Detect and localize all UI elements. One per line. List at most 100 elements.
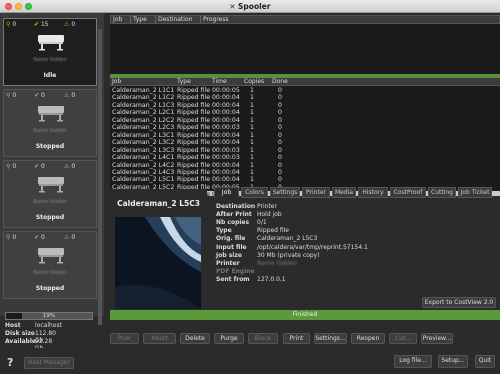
abort-button[interactable]: Abort — [143, 333, 176, 344]
cell-job: Calderaman_2 L3C1 — [112, 131, 175, 139]
host-label: Host — [5, 322, 21, 329]
printer-stats: ⚲ 0 ✔ 15 ⚠ 0 — [6, 21, 94, 29]
printer-stat: ✔ 0 — [34, 92, 45, 99]
printer-status: Stopped — [35, 285, 65, 292]
table-row[interactable]: Calderaman_2 L1C3 Ripped file 00:00:04 1 0 — [110, 102, 500, 109]
delete-button[interactable]: Delete — [180, 333, 210, 344]
queue-col-type[interactable]: Type — [131, 16, 156, 23]
detail-label: PDF Engine — [216, 267, 255, 275]
host-manager-button[interactable]: Host Manager — [24, 357, 74, 369]
table-row[interactable]: Calderaman_2 L2C3 Ripped file 00:00:03 1 0 — [110, 124, 500, 131]
tab-costproof[interactable]: CostProof — [390, 187, 426, 198]
printer-stat: ⚲ 0 — [6, 163, 16, 170]
printer-card[interactable]: ⚲ 0 ✔ 0 ⚠ 0 Name hidden Stopped — [3, 231, 97, 299]
printer-card[interactable]: ⚲ 0 ✔ 0 ⚠ 0 Name hidden Stopped — [3, 160, 97, 228]
export-costview-button[interactable]: Export to CostView 2.0 — [422, 297, 496, 308]
cell-copies: 1 — [250, 116, 254, 124]
col-done[interactable]: Done — [270, 78, 288, 85]
warning-icon: ⚠ — [64, 92, 70, 99]
table-row[interactable]: Calderaman_2 L5C1 Ripped file 00:00:04 1 0 — [110, 176, 500, 183]
detail-row: Type Ripped file — [216, 227, 500, 235]
table-row[interactable]: Calderaman_2 L2C1 Ripped file 00:00:04 1 0 — [110, 109, 500, 116]
cell-done: 0 — [278, 146, 282, 154]
cell-time: 00:00:04 — [212, 168, 240, 176]
app-logo-icon: ✕ — [229, 3, 236, 11]
wrench-icon: ⚲ — [6, 163, 11, 170]
cell-type: Ripped file — [177, 139, 210, 147]
help-icon[interactable]: ? — [7, 356, 13, 369]
reopen-button[interactable]: Reopen — [351, 333, 385, 344]
printer-name: Name hidden — [33, 128, 67, 134]
col-type[interactable]: Type — [175, 78, 191, 85]
log-file-button[interactable]: Log file... — [394, 355, 432, 368]
purge-button[interactable]: Purge — [214, 333, 244, 344]
active-queue-list[interactable] — [110, 24, 500, 74]
host-row: Host localhost — [5, 322, 62, 329]
printer-stat: ⚲ 0 — [6, 234, 16, 241]
cell-done: 0 — [278, 101, 282, 109]
print-button[interactable]: Print — [283, 333, 310, 344]
detail-label: Input file — [216, 243, 247, 251]
printer-card[interactable]: ⚲ 0 ✔ 15 ⚠ 0 Name hidden Idle — [3, 18, 97, 86]
wrench-icon: ⚲ — [6, 234, 11, 241]
tab-history[interactable]: History — [358, 187, 388, 198]
cell-copies: 1 — [250, 168, 254, 176]
printer-stat: ⚲ 0 — [6, 21, 16, 28]
cell-job: Calderaman_2 L2C3 — [112, 124, 175, 132]
table-row[interactable]: Calderaman_2 L1C1 Ripped file 00:00:05 1 0 — [110, 87, 500, 94]
table-row[interactable]: Calderaman_2 L4C2 Ripped file 00:00:04 1 0 — [110, 162, 500, 169]
printer-list-scrollbar[interactable] — [98, 29, 102, 325]
cell-job: Calderaman_2 L3C3 — [112, 146, 175, 154]
queue-col-job[interactable]: Job — [111, 16, 131, 23]
queue-col-progress[interactable]: Progress — [201, 16, 241, 23]
detail-row: Job size 30 Mb (private copy) — [216, 252, 500, 260]
printer-stats: ⚲ 0 ✔ 0 ⚠ 0 — [6, 234, 94, 242]
cell-copies: 1 — [250, 139, 254, 147]
tab-media[interactable]: Media — [332, 187, 356, 198]
settings-button[interactable]: Settings... — [314, 333, 347, 344]
detail-label: Nb copies — [216, 219, 250, 227]
cell-job: Calderaman_2 L4C2 — [112, 161, 175, 169]
table-row[interactable]: Calderaman_2 L4C3 Ripped file 00:00:04 1 0 — [110, 169, 500, 176]
job-list[interactable]: Job Type Time Copies Done Calderaman_2 L… — [110, 78, 500, 196]
table-row[interactable]: Calderaman_2 L1C2 Ripped file 00:00:04 1 0 — [110, 94, 500, 101]
detail-value: Calderaman_2 L5C3 — [257, 235, 318, 243]
disk-row: Disk size 112.80 Gb — [5, 330, 56, 344]
block-button[interactable]: Block — [248, 333, 278, 344]
job-thumbnail — [115, 217, 201, 309]
printer-stats: ⚲ 0 ✔ 0 ⚠ 0 — [6, 163, 94, 171]
tab-cutting[interactable]: Cutting — [428, 187, 456, 198]
cell-time: 00:00:04 — [212, 131, 240, 139]
tab-job[interactable]: Job — [214, 187, 239, 198]
prior-button[interactable]: Prior — [110, 333, 139, 344]
tab-colors[interactable]: Colors — [241, 187, 268, 198]
tab-settings[interactable]: Settings — [270, 187, 300, 198]
bottom-bar: ? Host Manager Log file... Setup... Quit — [0, 348, 500, 374]
col-copies[interactable]: Copies — [242, 78, 264, 85]
disk-progress-bar: 19% — [5, 312, 93, 320]
col-job[interactable]: Job — [110, 78, 121, 85]
quit-button[interactable]: Quit — [475, 355, 495, 368]
check-icon: ✔ — [34, 21, 40, 28]
cell-copies: 1 — [250, 109, 254, 117]
setup-button[interactable]: Setup... — [438, 355, 468, 368]
check-icon: ✔ — [34, 234, 40, 241]
cell-type: Ripped file — [177, 109, 210, 117]
cut-button[interactable]: Cut... — [389, 333, 417, 344]
table-row[interactable]: Calderaman_2 L3C1 Ripped file 00:00:04 1 0 — [110, 132, 500, 139]
tab-job-ticket[interactable]: Job Ticket — [458, 187, 492, 198]
table-row[interactable]: Calderaman_2 L4C1 Ripped file 00:00:03 1 0 — [110, 154, 500, 161]
col-time[interactable]: Time — [210, 78, 227, 85]
printer-card[interactable]: ⚲ 0 ✔ 0 ⚠ 0 Name hidden Stopped — [3, 89, 97, 157]
cell-copies: 1 — [250, 131, 254, 139]
tab-printer[interactable]: Printer — [302, 187, 330, 198]
cell-job: Calderaman_2 L3C2 — [112, 139, 175, 147]
preview-button[interactable]: Preview... — [421, 333, 453, 344]
printer-icon — [38, 248, 64, 264]
job-list-header: Job Type Time Copies Done — [110, 78, 500, 86]
queue-col-destination[interactable]: Destination — [156, 16, 201, 23]
cell-type: Ripped file — [177, 154, 210, 162]
table-row[interactable]: Calderaman_2 L3C3 Ripped file 00:00:03 1 0 — [110, 147, 500, 154]
table-row[interactable]: Calderaman_2 L3C2 Ripped file 00:00:04 1 0 — [110, 139, 500, 146]
table-row[interactable]: Calderaman_2 L2C2 Ripped file 00:00:04 1 0 — [110, 117, 500, 124]
